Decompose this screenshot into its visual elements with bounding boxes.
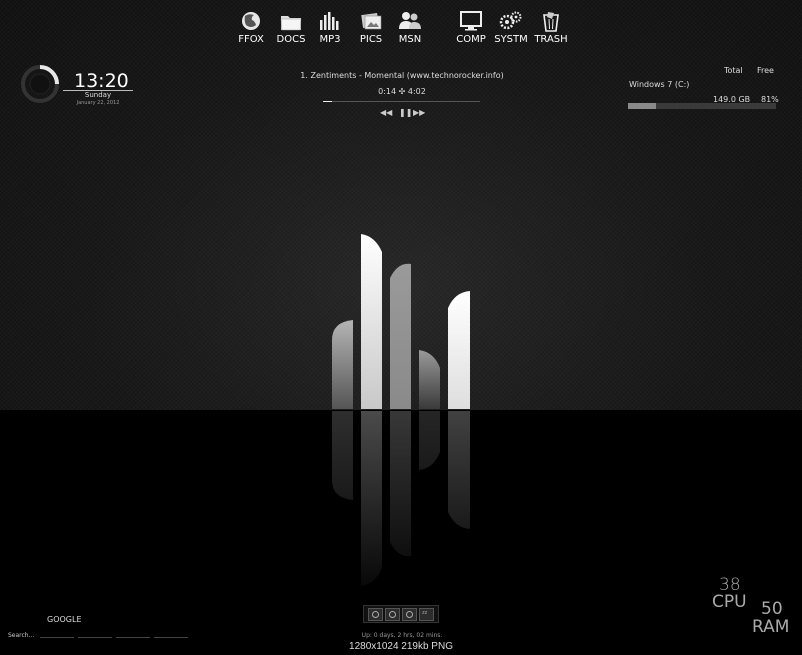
- sleep-icon[interactable]: zz: [419, 608, 434, 621]
- ram-label: RAM: [752, 617, 790, 637]
- image-caption: 1280x1024 219kb PNG: [349, 641, 453, 652]
- power-icon[interactable]: [368, 608, 383, 621]
- cpu-label: CPU: [712, 592, 747, 612]
- search-underline: [78, 637, 112, 638]
- restart-icon[interactable]: [385, 608, 400, 621]
- desktop: FFOX DOCS MP3 PICS MSN COMP SYSTM TRASH …: [0, 0, 802, 655]
- search-underline: [116, 637, 150, 638]
- search-title: GOOGLE: [47, 615, 82, 624]
- logo-reflection: [332, 411, 470, 586]
- power-bar: zz: [363, 605, 439, 623]
- wallpaper-logo: [332, 234, 470, 586]
- logoff-icon[interactable]: [402, 608, 417, 621]
- ram-value: 50: [761, 599, 783, 619]
- uptime-text: Up: 0 days, 2 hrs, 02 mins.: [361, 632, 443, 639]
- search-underline: [154, 637, 188, 638]
- search-input[interactable]: Search...: [8, 632, 34, 639]
- search-underline: [40, 637, 74, 638]
- logo-bars: [332, 234, 470, 409]
